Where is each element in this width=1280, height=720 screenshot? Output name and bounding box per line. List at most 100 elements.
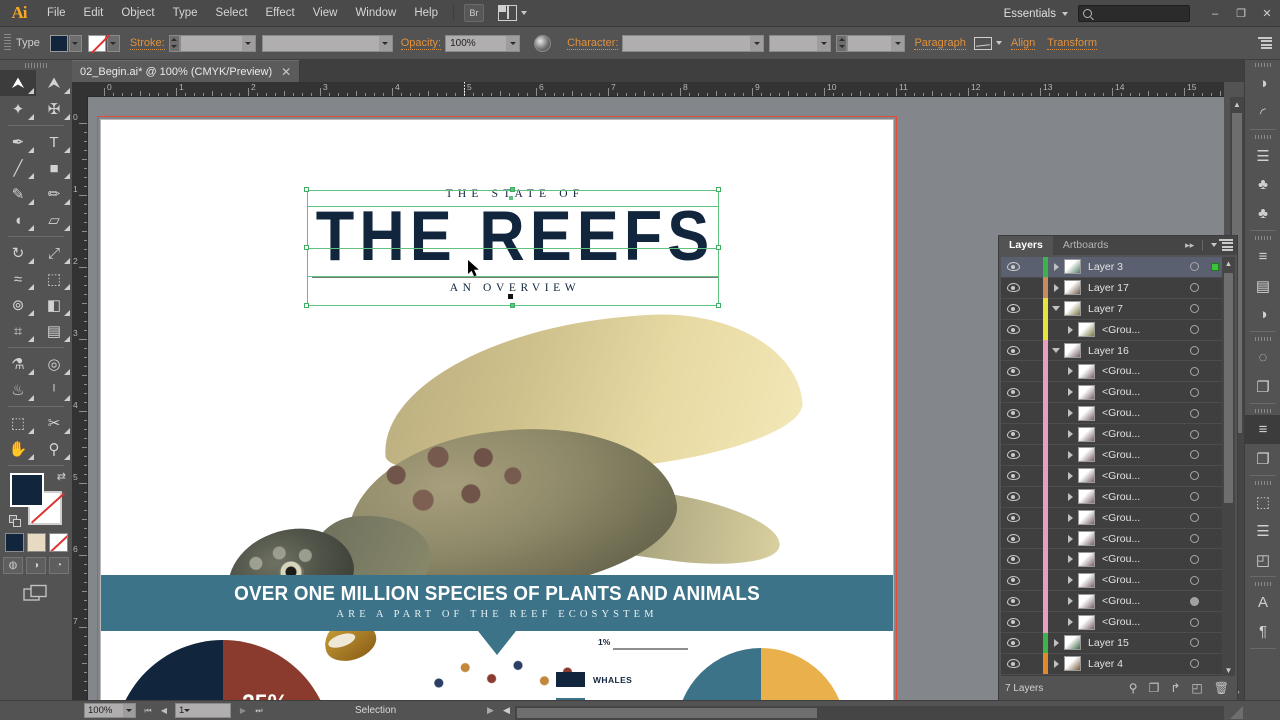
maximize-button[interactable]: ❐: [1228, 4, 1254, 24]
layer-target-button[interactable]: [1181, 304, 1207, 314]
dock-group-grip[interactable]: [1245, 406, 1280, 415]
layer-target-button[interactable]: [1181, 492, 1207, 502]
layer-row[interactable]: <Grou...: [1001, 402, 1223, 425]
chevron-down-icon[interactable]: [184, 709, 191, 712]
menu-file[interactable]: File: [38, 0, 75, 27]
layer-name[interactable]: <Grou...: [1095, 407, 1181, 419]
gradient-button[interactable]: [26, 533, 46, 552]
bridge-button[interactable]: Br: [464, 4, 484, 22]
draw-behind-icon[interactable]: ◑: [26, 557, 46, 574]
layer-visibility-toggle[interactable]: [1001, 346, 1025, 355]
make-clipping-mask-button[interactable]: ❐: [1149, 681, 1160, 695]
tools-panel-grip[interactable]: [0, 60, 72, 70]
make-release-sublayer-button[interactable]: ↱: [1170, 681, 1180, 695]
layer-row[interactable]: Layer 3: [1001, 257, 1223, 278]
layer-row[interactable]: <Grou...: [1001, 486, 1223, 508]
font-size-input[interactable]: [847, 34, 906, 52]
chevron-down-icon[interactable]: [817, 35, 831, 51]
layer-target-button[interactable]: [1181, 262, 1207, 272]
collapse-panel-icon[interactable]: ▸▸: [1185, 240, 1194, 251]
layer-visibility-toggle[interactable]: [1001, 450, 1025, 460]
transform-link[interactable]: Transform: [1047, 37, 1097, 50]
layer-target-button[interactable]: [1181, 366, 1207, 376]
layer-name[interactable]: <Grou...: [1095, 533, 1181, 545]
column-graph-tool[interactable]: ᴵ: [36, 377, 72, 403]
layer-target-button[interactable]: [1181, 659, 1207, 669]
layer-name[interactable]: Layer 4: [1081, 658, 1181, 670]
document-tab[interactable]: 02_Begin.ai* @ 100% (CMYK/Preview) ✕: [72, 60, 301, 82]
font-size-stepper[interactable]: [836, 34, 848, 52]
layer-visibility-toggle[interactable]: [1001, 575, 1025, 585]
layer-twirl-toggle[interactable]: [1062, 492, 1078, 501]
layer-target-button[interactable]: [1181, 387, 1207, 397]
selection-handle-w[interactable]: [304, 245, 309, 250]
type-tool[interactable]: T: [36, 129, 72, 155]
layer-row[interactable]: <Grou...: [1001, 548, 1223, 571]
layer-visibility-toggle[interactable]: [1001, 659, 1025, 669]
layer-twirl-toggle[interactable]: [1062, 450, 1078, 459]
menu-object[interactable]: Object: [112, 0, 163, 27]
slice-tool[interactable]: ✂: [36, 410, 72, 436]
none-button[interactable]: [48, 533, 68, 552]
layer-target-button[interactable]: [1181, 471, 1207, 481]
layer-name[interactable]: Layer 17: [1081, 282, 1181, 294]
layer-visibility-toggle[interactable]: [1001, 325, 1025, 335]
layer-visibility-toggle[interactable]: [1001, 513, 1025, 523]
stroke-weight-stepper[interactable]: [168, 34, 180, 52]
paintbrush-tool[interactable]: ✎: [0, 181, 36, 207]
layer-row[interactable]: <Grou...: [1001, 360, 1223, 383]
menu-help[interactable]: Help: [405, 0, 447, 27]
layer-row[interactable]: <Grou...: [1001, 444, 1223, 466]
layer-row[interactable]: <Grou...: [1001, 381, 1223, 404]
layer-name[interactable]: <Grou...: [1095, 512, 1181, 524]
color-panel-icon[interactable]: ◑: [1245, 69, 1280, 98]
gradient-tool[interactable]: ▤: [36, 318, 72, 344]
menu-view[interactable]: View: [304, 0, 347, 27]
graphic-styles-panel-icon[interactable]: ❐: [1245, 372, 1280, 401]
layer-target-button[interactable]: [1181, 513, 1207, 523]
pie-chart-left[interactable]: 25%: [114, 640, 332, 700]
layer-twirl-toggle[interactable]: [1048, 348, 1064, 353]
menu-window[interactable]: Window: [346, 0, 405, 27]
transform-panel-icon[interactable]: ⬚: [1245, 487, 1280, 516]
perspective-grid-tool[interactable]: ◧: [36, 292, 72, 318]
paragraph-link[interactable]: Paragraph: [914, 37, 966, 50]
recolor-artwork-icon[interactable]: [534, 34, 552, 52]
scroll-left-icon[interactable]: ◀: [503, 705, 510, 716]
layer-target-button[interactable]: [1181, 554, 1207, 564]
screen-mode-button[interactable]: [0, 584, 72, 604]
draw-inside-icon[interactable]: ◔: [49, 557, 69, 574]
dock-group-grip[interactable]: [1245, 478, 1280, 487]
layer-row[interactable]: Layer 16: [1001, 340, 1223, 362]
layer-name[interactable]: <Grou...: [1095, 365, 1181, 377]
artboards-panel-icon[interactable]: ❐: [1245, 444, 1280, 473]
layer-name[interactable]: <Grou...: [1095, 386, 1181, 398]
opacity-label[interactable]: Opacity:: [400, 37, 442, 50]
layer-target-button[interactable]: [1181, 283, 1207, 293]
layers-scrollbar[interactable]: ▲ ▼: [1222, 257, 1235, 677]
locate-object-button[interactable]: ⚲: [1129, 681, 1138, 695]
envelope-distort-icon[interactable]: [973, 36, 992, 50]
layers-scroll-thumb[interactable]: [1224, 273, 1233, 503]
paragraph-panel-icon[interactable]: ¶: [1245, 617, 1280, 646]
artboard-tool[interactable]: ⬚: [0, 410, 36, 436]
selection-handle-sw[interactable]: [304, 303, 309, 308]
layer-row[interactable]: <Grou...: [1001, 569, 1223, 592]
layer-twirl-toggle[interactable]: [1062, 576, 1078, 585]
dock-group-grip[interactable]: [1245, 132, 1280, 141]
align-panel-icon[interactable]: ☰: [1245, 516, 1280, 545]
ruler-corner[interactable]: [72, 82, 88, 97]
draw-normal-icon[interactable]: ◍: [3, 557, 23, 574]
layer-row[interactable]: <Grou...: [1001, 319, 1223, 341]
zoom-tool[interactable]: ⚲: [36, 436, 72, 462]
layer-name[interactable]: <Grou...: [1095, 574, 1181, 586]
eraser-tool[interactable]: ▱: [36, 207, 72, 233]
chevron-down-icon[interactable]: [506, 35, 520, 51]
free-transform-tool[interactable]: ⬚: [36, 266, 72, 292]
layer-twirl-toggle[interactable]: [1048, 659, 1064, 668]
layer-twirl-toggle[interactable]: [1062, 430, 1078, 439]
layer-visibility-toggle[interactable]: [1001, 304, 1025, 314]
width-tool[interactable]: ≈: [0, 266, 36, 292]
layer-twirl-toggle[interactable]: [1062, 388, 1078, 397]
layer-row[interactable]: <Grou...: [1001, 507, 1223, 529]
